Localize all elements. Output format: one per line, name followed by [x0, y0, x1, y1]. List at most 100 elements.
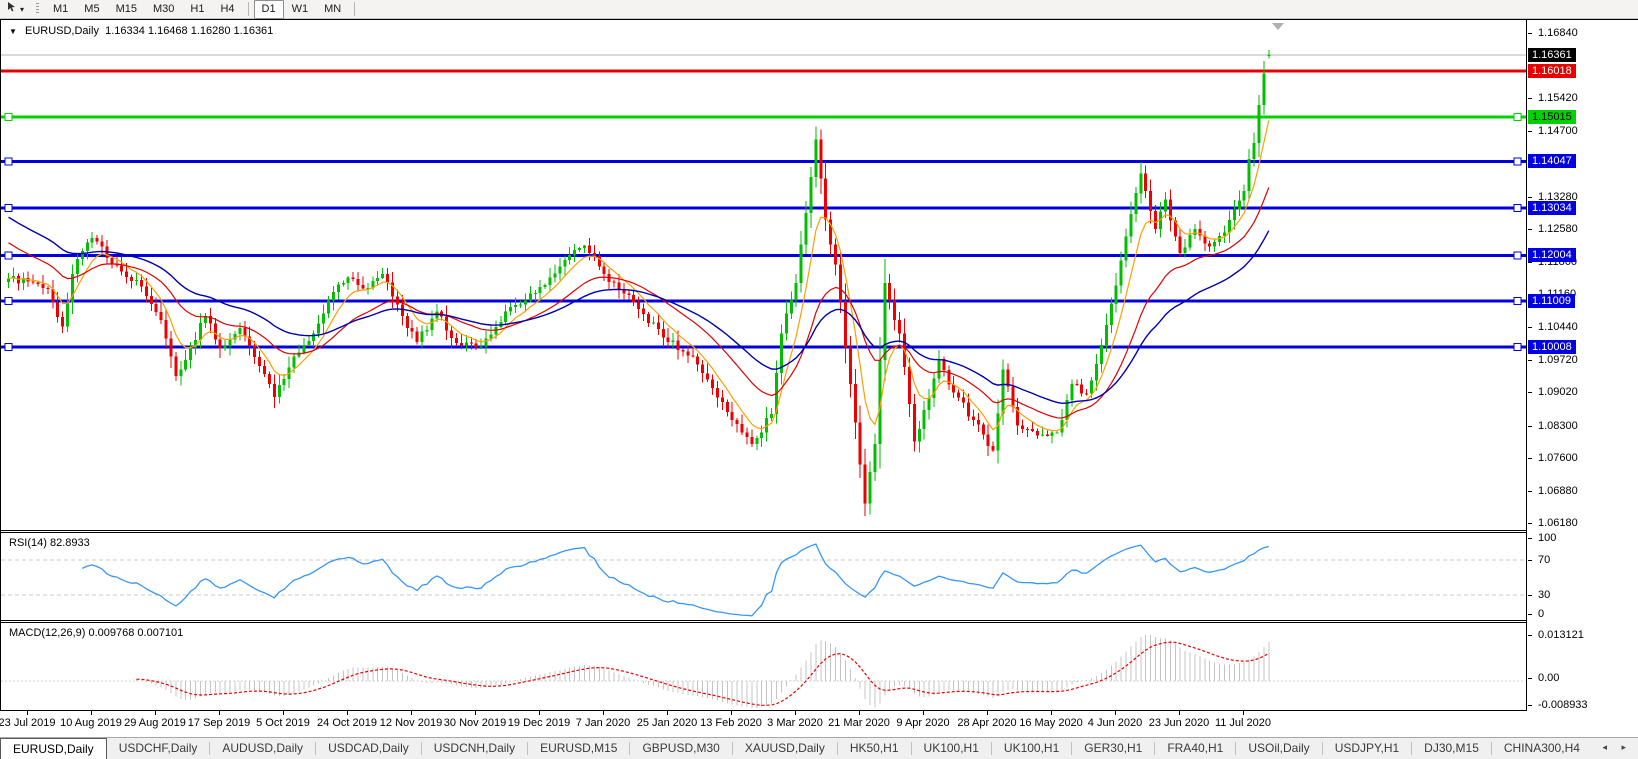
- price-badge-1.16018: 1.16018: [1528, 64, 1576, 78]
- chart-tab-usoil-daily[interactable]: USOil,Daily: [1236, 738, 1321, 759]
- date-label: 29 Aug 2019: [124, 717, 186, 729]
- price-tick-label: 1.08300: [1538, 420, 1578, 432]
- date-label: 9 Apr 2020: [896, 717, 949, 729]
- chart-tool-button[interactable]: ▾: [2, 1, 28, 18]
- axis-tick-mark: [1528, 197, 1532, 198]
- macd-histogram: [137, 635, 1269, 708]
- rsi-indicator-label: RSI(14) 82.8933: [9, 537, 90, 549]
- chart-title[interactable]: ▼ EURUSD,Daily 1.16334 1.16468 1.16280 1…: [9, 25, 273, 37]
- rsi-tick-label: 70: [1538, 554, 1550, 566]
- timeframe-button-m30[interactable]: M30: [145, 0, 182, 19]
- timeframe-toolbar: ▾ M1M5M15M30H1H4 D1W1MN: [0, 0, 1638, 19]
- date-axis[interactable]: 23 Jul 201910 Aug 201929 Aug 201917 Sep …: [0, 711, 1638, 737]
- chart-tab-eurusd-m15[interactable]: EURUSD,M15: [528, 738, 629, 759]
- chevron-down-icon: ▾: [20, 5, 24, 14]
- rsi-tick-label: 0: [1538, 608, 1544, 620]
- axis-tick-mark: [1528, 262, 1532, 263]
- chart-tab-usdchf-daily[interactable]: USDCHF,Daily: [107, 738, 210, 759]
- chart-tab-gbpusd-m30[interactable]: GBPUSD,M30: [630, 738, 731, 759]
- date-label: 13 Feb 2020: [700, 717, 762, 729]
- chart-tab-usdjpy-h1[interactable]: USDJPY,H1: [1323, 738, 1411, 759]
- price-badge-1.10008: 1.10008: [1528, 340, 1576, 354]
- hline-handle: [1514, 204, 1521, 211]
- hline-handle: [5, 252, 12, 259]
- hline-handle: [1514, 344, 1521, 351]
- chart-tab-audusd-daily[interactable]: AUDUSD,Daily: [210, 738, 315, 759]
- date-label: 25 Jan 2020: [637, 717, 698, 729]
- ma-fast-line: [9, 121, 1269, 431]
- chart-tab-dj30-m15[interactable]: DJ30,M15: [1412, 738, 1491, 759]
- macd-pane[interactable]: [1, 623, 1526, 710]
- date-tick-mark: [1179, 711, 1180, 715]
- timeframe-button-w1[interactable]: W1: [284, 0, 317, 19]
- timeframe-button-h4[interactable]: H4: [212, 0, 242, 19]
- axis-tick-mark: [1528, 360, 1532, 361]
- chart-tab-usdcad-daily[interactable]: USDCAD,Daily: [316, 738, 421, 759]
- date-label: 23 Jul 2019: [0, 717, 55, 729]
- price-tick-label: 1.15420: [1538, 92, 1578, 104]
- chart-tab-xauusd-daily[interactable]: XAUUSD,Daily: [733, 738, 837, 759]
- axis-tick-mark: [1528, 392, 1532, 393]
- timeframe-button-h1[interactable]: H1: [182, 0, 212, 19]
- hline-handle: [1514, 113, 1521, 120]
- rsi-tick-label: 30: [1538, 589, 1550, 601]
- macd-tick-label: 0.013121: [1538, 629, 1584, 641]
- timeframe-button-d1[interactable]: D1: [254, 0, 284, 19]
- date-label: 24 Oct 2019: [317, 717, 377, 729]
- date-label: 11 Jul 2020: [1215, 717, 1271, 729]
- rsi-pane[interactable]: [1, 533, 1526, 620]
- collapse-triangle-icon[interactable]: ▼: [9, 27, 17, 36]
- chart-tab-hk50-h1[interactable]: HK50,H1: [838, 738, 911, 759]
- date-label: 10 Aug 2019: [60, 717, 122, 729]
- price-badge-1.12004: 1.12004: [1528, 248, 1576, 262]
- axis-tick-mark: [1528, 98, 1532, 99]
- chart-tab-uk100-h1[interactable]: UK100,H1: [992, 738, 1071, 759]
- bear-wicks: [18, 129, 1209, 516]
- tab-scroll-arrows[interactable]: ◂ ▸: [1602, 742, 1632, 753]
- chart-tab-usdcnh-daily[interactable]: USDCNH,Daily: [422, 738, 527, 759]
- chart-shift-marker: [1272, 23, 1284, 30]
- date-label: 21 Mar 2020: [828, 717, 890, 729]
- axis-tick-mark: [1528, 678, 1532, 679]
- axis-tick-mark: [1528, 33, 1532, 34]
- date-tick-mark: [731, 711, 732, 715]
- price-tick-label: 1.09020: [1538, 386, 1578, 398]
- mt4-window: ▾ M1M5M15M30H1H4 D1W1MN ▼ EURUSD,Daily 1.…: [0, 0, 1638, 759]
- chart-tab-uk100-h1[interactable]: UK100,H1: [912, 738, 991, 759]
- price-tick-label: 1.12580: [1538, 223, 1578, 235]
- bull-wicks: [9, 50, 1269, 515]
- price-badge-1.14047: 1.14047: [1528, 154, 1576, 168]
- bear-bodies: [17, 140, 1211, 504]
- date-label: 28 Apr 2020: [957, 717, 1016, 729]
- price-tick-label: 1.06880: [1538, 485, 1578, 497]
- main-chart-pane[interactable]: [1, 20, 1526, 530]
- chart-tab-ger30-h1[interactable]: GER30,H1: [1072, 738, 1154, 759]
- date-label: 7 Jan 2020: [576, 717, 630, 729]
- hline-handle: [5, 113, 12, 120]
- timeframe-button-mn[interactable]: MN: [316, 0, 349, 19]
- hline-handle: [5, 158, 12, 165]
- price-badge-1.15015: 1.15015: [1528, 110, 1576, 124]
- chart-tab-fra40-h1[interactable]: FRA40,H1: [1155, 738, 1235, 759]
- price-tick-label: 1.07600: [1538, 452, 1578, 464]
- macd-tick-label: 0.00: [1538, 672, 1559, 684]
- price-axis[interactable]: 1.168401.154201.147001.132801.125801.118…: [1528, 20, 1638, 711]
- timeframe-button-m1[interactable]: M1: [45, 0, 76, 19]
- chart-ohlc-values: 1.16334 1.16468 1.16280 1.16361: [105, 25, 273, 37]
- timeframe-button-m5[interactable]: M5: [76, 0, 107, 19]
- date-label: 16 May 2020: [1019, 717, 1083, 729]
- date-tick-mark: [411, 711, 412, 715]
- date-tick-mark: [539, 711, 540, 715]
- chart-tab-china300-h4[interactable]: CHINA300,H4: [1492, 738, 1592, 759]
- axis-tick-mark: [1528, 229, 1532, 230]
- axis-tick-mark: [1528, 614, 1532, 615]
- toolbar-grip[interactable]: [36, 3, 39, 15]
- chart-tab-bar: EURUSD,DailyUSDCHF,DailyAUDUSD,DailyUSDC…: [0, 737, 1638, 759]
- axis-tick-mark: [1528, 327, 1532, 328]
- price-tick-label: 1.06180: [1538, 517, 1578, 529]
- date-tick-mark: [859, 711, 860, 715]
- timeframe-button-m15[interactable]: M15: [108, 0, 145, 19]
- date-tick-mark: [27, 711, 28, 715]
- chart-tab-eurusd-daily[interactable]: EURUSD,Daily: [0, 738, 107, 759]
- axis-tick-mark: [1528, 560, 1532, 561]
